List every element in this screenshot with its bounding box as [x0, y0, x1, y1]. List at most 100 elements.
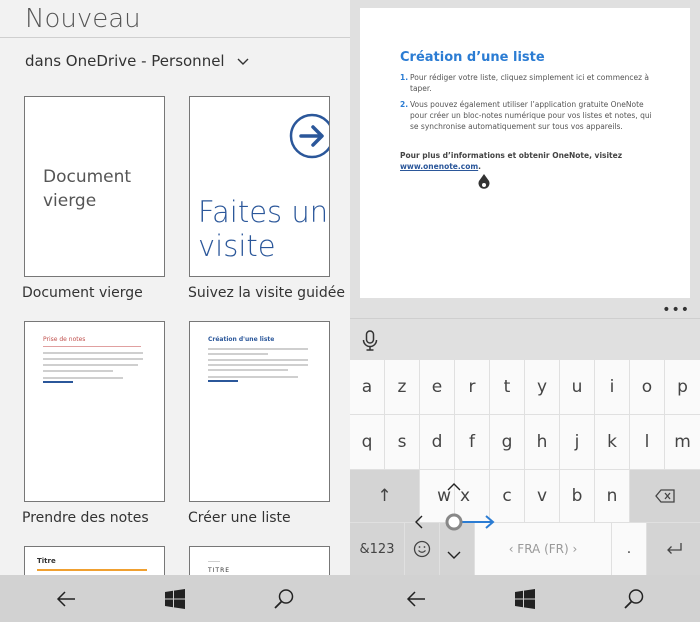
document-footer: Pour plus d’informations et obtenir OneN… [400, 150, 660, 172]
list-text: Vous pouvez également utiliser l’applica… [410, 100, 652, 131]
tile-label-create-list: Créer une liste [188, 510, 291, 526]
windows-start-icon[interactable] [514, 588, 536, 610]
tile-preview-text: Document vierge [43, 167, 132, 211]
preview-rule [37, 569, 147, 571]
preview-line [43, 364, 138, 366]
screen: Nouveau dans OneDrive - Personnel Docume… [0, 0, 700, 622]
key-k[interactable]: k [595, 415, 629, 469]
backspace-icon [655, 489, 675, 503]
key-g[interactable]: g [490, 415, 524, 469]
text-cursor-handle-icon[interactable] [478, 174, 490, 192]
tile-create-list[interactable]: Création d'une liste [189, 321, 330, 502]
system-navigation-bar [0, 575, 700, 622]
key-z[interactable]: z [385, 360, 419, 414]
shift-key[interactable]: ↑ [350, 470, 419, 522]
preview-line [43, 358, 143, 360]
tile-label-blank-document: Document vierge [22, 285, 143, 301]
key-a[interactable]: a [350, 360, 384, 414]
new-document-pane: Nouveau dans OneDrive - Personnel Docume… [0, 0, 350, 575]
arrow-right-circle-icon [289, 113, 329, 159]
cursor-up-icon [447, 483, 461, 491]
back-arrow-icon[interactable] [405, 588, 427, 610]
numbers-key[interactable]: &123 [350, 523, 404, 575]
windows-start-icon[interactable] [164, 588, 186, 610]
page-title: Nouveau [25, 4, 141, 34]
list-number: 1. [400, 73, 409, 82]
tile-label-take-notes: Prendre des notes [22, 510, 149, 526]
tile-preview-title: Titre [208, 567, 231, 574]
tile-take-notes[interactable]: Prise de notes [24, 321, 165, 502]
key-e[interactable]: e [420, 360, 454, 414]
preview-line [43, 377, 123, 379]
cursor-left-icon [415, 515, 423, 529]
tile-blank-document[interactable]: Document vierge [24, 96, 165, 277]
key-r[interactable]: r [455, 360, 489, 414]
preview-rule [43, 346, 141, 347]
document-heading: Création d’une liste [400, 50, 545, 65]
chevron-down-icon [237, 58, 249, 65]
key-i[interactable]: i [595, 360, 629, 414]
cursor-control-overlay[interactable] [410, 478, 510, 568]
key-p[interactable]: p [665, 360, 700, 414]
preview-link [208, 380, 238, 382]
back-arrow-icon[interactable] [55, 588, 77, 610]
preview-line [208, 348, 308, 350]
preview-link [43, 381, 73, 383]
footer-period: . [478, 162, 482, 171]
list-text: Pour rédiger votre liste, cliquez simple… [410, 73, 650, 93]
backspace-key[interactable] [630, 470, 700, 522]
onenote-link[interactable]: www.onenote.com [400, 162, 478, 171]
tile-preview-title: Prise de notes [43, 336, 86, 343]
preview-line [208, 364, 308, 366]
location-selector[interactable]: dans OneDrive - Personnel [25, 52, 249, 70]
preview-line [208, 359, 308, 361]
period-key[interactable]: . [612, 523, 646, 575]
preview-line [43, 370, 113, 372]
tile-title-template-2[interactable]: Titre [189, 546, 330, 575]
key-n[interactable]: n [595, 470, 629, 522]
key-b[interactable]: b [560, 470, 594, 522]
key-s[interactable]: s [385, 415, 419, 469]
location-label: dans OneDrive - Personnel [25, 52, 225, 70]
enter-icon [666, 543, 682, 554]
key-d[interactable]: d [420, 415, 454, 469]
title-divider [0, 37, 350, 38]
keyboard-top-divider [350, 318, 700, 319]
search-icon[interactable] [623, 588, 645, 610]
preview-line [208, 369, 288, 371]
key-m[interactable]: m [665, 415, 700, 469]
key-u[interactable]: u [560, 360, 594, 414]
tile-preview-title: Création d'une liste [208, 336, 275, 343]
key-l[interactable]: l [630, 415, 664, 469]
preview-line [43, 352, 143, 354]
tile-label-guided-tour: Suivez la visite guidée [188, 285, 345, 301]
key-v[interactable]: v [525, 470, 559, 522]
preview-line [208, 561, 220, 562]
key-y[interactable]: y [525, 360, 559, 414]
key-j[interactable]: j [560, 415, 594, 469]
list-item: 1. Pour rédiger votre liste, cliquez sim… [400, 72, 660, 94]
footer-text: Pour plus d’informations et obtenir OneN… [400, 151, 623, 160]
microphone-icon[interactable] [362, 330, 378, 352]
key-t[interactable]: t [490, 360, 524, 414]
more-options-button[interactable]: ••• [662, 302, 690, 318]
search-icon[interactable] [273, 588, 295, 610]
document-editor-pane: Création d’une liste 1. Pour rédiger vot… [350, 0, 700, 575]
key-o[interactable]: o [630, 360, 664, 414]
preview-line [208, 376, 298, 378]
tile-title-template[interactable]: Titre [24, 546, 165, 575]
tile-preview-text: Faites une visite [198, 195, 329, 263]
cursor-down-icon [447, 551, 461, 559]
document-list: 1. Pour rédiger votre liste, cliquez sim… [400, 72, 660, 137]
tile-guided-tour[interactable]: Faites une visite [189, 96, 330, 277]
list-number: 2. [400, 100, 409, 109]
key-q[interactable]: q [350, 415, 384, 469]
tile-preview-title: Titre [37, 557, 56, 565]
list-item: 2. Vous pouvez également utiliser l’appl… [400, 99, 660, 132]
cursor-knob[interactable] [445, 513, 463, 531]
preview-line [208, 353, 268, 355]
key-h[interactable]: h [525, 415, 559, 469]
key-f[interactable]: f [455, 415, 489, 469]
document-page[interactable]: Création d’une liste 1. Pour rédiger vot… [360, 8, 690, 298]
enter-key[interactable] [647, 523, 700, 575]
